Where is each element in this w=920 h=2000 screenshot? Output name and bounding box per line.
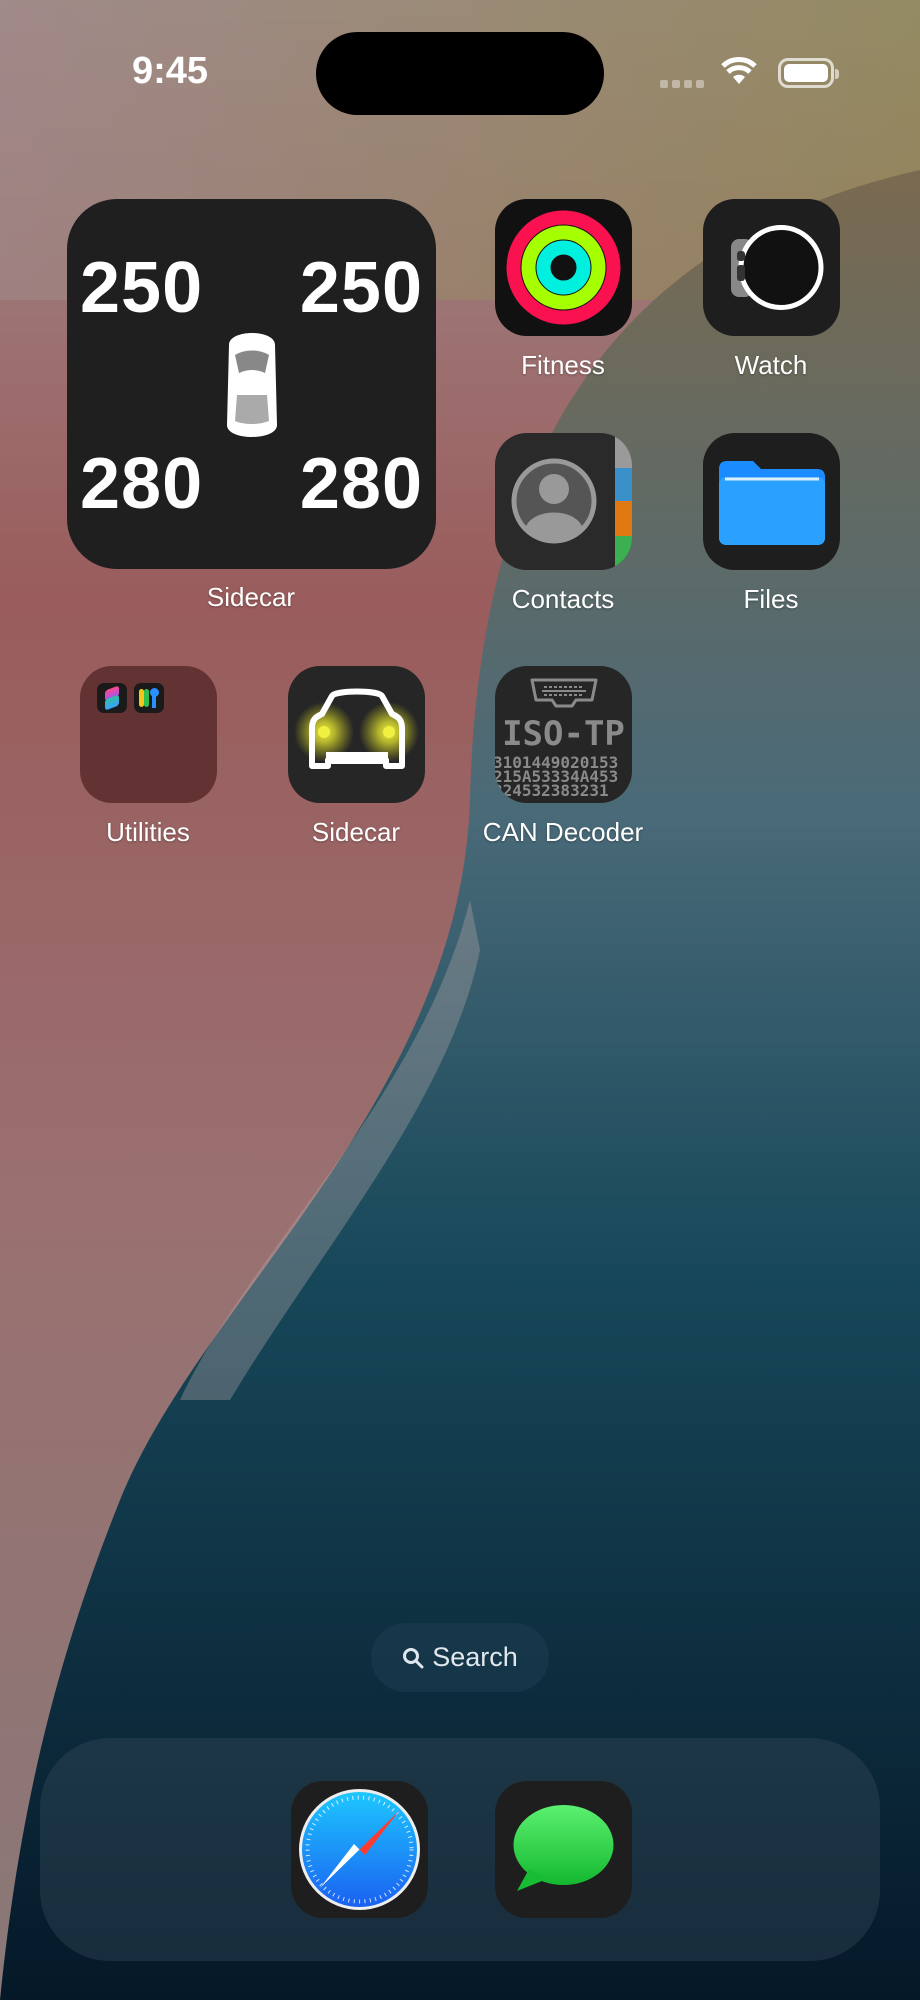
shortcuts-icon [97, 683, 127, 713]
safari-icon [299, 1789, 420, 1910]
app-label: Utilities [106, 817, 190, 847]
widget-label: Sidecar [206, 582, 296, 612]
messages-icon [513, 1805, 614, 1891]
battery-icon [778, 58, 839, 88]
rear-left-pressure: 280 [80, 444, 204, 524]
app-contacts[interactable] [495, 433, 632, 570]
search-button[interactable]: Search [371, 1623, 549, 1692]
car-top-view-icon [227, 333, 277, 437]
app-watch[interactable] [703, 199, 840, 336]
app-files[interactable] [703, 433, 840, 570]
dock-app-messages[interactable] [495, 1781, 632, 1918]
folder-icon [719, 461, 825, 545]
app-can-decoder[interactable]: ISO-TP 3101449020153 215A53334A453 22453… [495, 666, 632, 803]
search-label: Search [432, 1642, 518, 1672]
dock-app-safari[interactable] [291, 1781, 428, 1918]
app-label: Sidecar [311, 817, 401, 847]
app-label: CAN Decoder [482, 817, 644, 847]
front-right-pressure: 250 [299, 248, 423, 328]
obd-connector-icon [530, 678, 598, 708]
app-fitness[interactable] [495, 199, 632, 336]
activity-rings-icon [506, 210, 621, 325]
contacts-icon [511, 433, 632, 570]
car-headlights-icon [294, 688, 419, 769]
app-label: Files [743, 584, 799, 614]
app-label: Watch [734, 350, 808, 380]
dynamic-island [316, 32, 604, 115]
app-label: Contacts [511, 584, 615, 614]
iso-tp-title: ISO-TP [502, 714, 625, 754]
sidecar-tire-pressure-widget[interactable]: 250 250 280 280 [67, 199, 436, 569]
hex-line: 224532383231 [495, 781, 609, 800]
wifi-icon [721, 57, 757, 84]
app-label: Fitness [521, 350, 605, 380]
signal-icon [660, 80, 704, 88]
passwords-icon [134, 683, 164, 713]
dock [40, 1738, 880, 1961]
front-left-pressure: 250 [80, 248, 204, 328]
search-icon [403, 1647, 424, 1668]
folder-utilities[interactable] [80, 666, 217, 803]
watch-icon [731, 225, 824, 310]
app-sidecar[interactable] [288, 666, 425, 803]
status-time: 9:45 [131, 50, 209, 92]
rear-right-pressure: 280 [299, 444, 423, 524]
